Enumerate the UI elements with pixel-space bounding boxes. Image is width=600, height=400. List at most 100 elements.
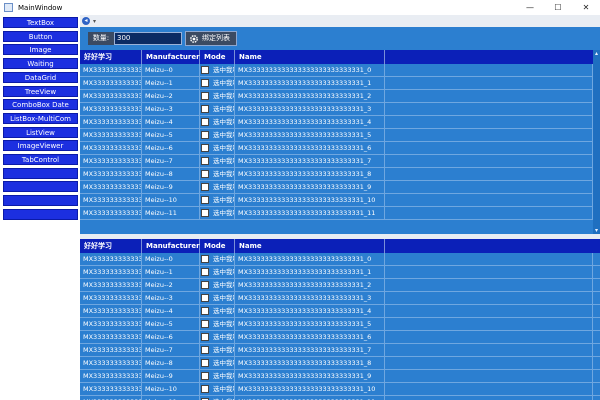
column-header[interactable]: Mode (200, 50, 235, 64)
sidebar-item[interactable] (3, 167, 78, 179)
scroll-down-icon[interactable]: ▾ (593, 227, 600, 234)
mode-checkbox[interactable] (201, 144, 209, 152)
table-row[interactable]: MX3333333333333333Meizu--1 选中我啊MX33333333… (80, 266, 600, 279)
data-grid-top[interactable]: 好好学习ManufacturerModeNameMX33333333333333… (80, 50, 600, 234)
bind-list-button[interactable]: 绑定列表 (185, 31, 237, 46)
cell-name: MX3333333333333333333333333331_9 (235, 370, 385, 383)
cell-col1: MX3333333333333333 (80, 266, 142, 279)
cell-filler (385, 142, 593, 155)
table-row[interactable]: MX3333333333333333Meizu--5 选中我啊MX33333333… (80, 318, 600, 331)
mode-checkbox[interactable] (201, 372, 209, 380)
cell-mode: 选中我啊 (210, 305, 235, 318)
cell-name: MX3333333333333333333333333331_8 (235, 168, 385, 181)
mode-checkbox[interactable] (201, 79, 209, 87)
cell-manufacturer: Meizu--7 (142, 344, 200, 357)
mode-checkbox[interactable] (201, 105, 209, 113)
mode-checkbox[interactable] (201, 255, 209, 263)
cell-col1: MX3333333333333333 (80, 207, 142, 220)
table-row[interactable]: MX3333333333333333Meizu--6 选中我啊MX33333333… (80, 142, 600, 155)
mode-checkbox[interactable] (201, 268, 209, 276)
table-row[interactable]: MX3333333333333333Meizu--0 选中我啊MX33333333… (80, 253, 600, 266)
mode-checkbox[interactable] (201, 66, 209, 74)
sidebar-item[interactable]: ImageViewer (3, 140, 78, 152)
table-row[interactable]: MX3333333333333333Meizu--9 选中我啊MX33333333… (80, 370, 600, 383)
sidebar-item[interactable]: TreeView (3, 85, 78, 97)
mode-checkbox[interactable] (201, 131, 209, 139)
sidebar-item[interactable]: TabControl (3, 154, 78, 165)
table-row[interactable]: MX3333333333333333Meizu--8 选中我啊MX33333333… (80, 168, 600, 181)
table-row[interactable]: MX3333333333333333Meizu--10 选中我啊MX3333333… (80, 383, 600, 396)
cell-col1: MX3333333333333333 (80, 103, 142, 116)
main-window: MainWindow — ☐ ✕ TextBox Button Image Waiti… (0, 0, 600, 400)
column-header[interactable]: Name (235, 50, 385, 64)
mode-checkbox[interactable] (201, 196, 209, 204)
mode-checkbox[interactable] (201, 333, 209, 341)
sidebar-item[interactable]: Waiting (3, 58, 78, 70)
table-row[interactable]: MX3333333333333333Meizu--9 选中我啊MX33333333… (80, 181, 600, 194)
sidebar-item[interactable]: DataGrid (3, 71, 78, 83)
table-row[interactable]: MX3333333333333333Meizu--3 选中我啊MX33333333… (80, 292, 600, 305)
sidebar-item[interactable]: ListBox-MultiCom (3, 112, 78, 124)
mode-checkbox[interactable] (201, 385, 209, 393)
sidebar-item[interactable]: ListView (3, 126, 78, 138)
chevron-down-icon[interactable]: ▾ (93, 18, 96, 25)
table-row[interactable]: MX3333333333333333Meizu--6 选中我啊MX33333333… (80, 331, 600, 344)
cell-mode: 选中我啊 (210, 318, 235, 331)
maximize-button[interactable]: ☐ (544, 0, 572, 15)
cell-name: MX3333333333333333333333333331_0 (235, 64, 385, 77)
column-header[interactable]: 好好学习 (80, 239, 142, 253)
table-row[interactable]: MX3333333333333333Meizu--7 选中我啊MX33333333… (80, 155, 600, 168)
table-row[interactable]: MX3333333333333333Meizu--1 选中我啊MX33333333… (80, 77, 600, 90)
table-row[interactable]: MX3333333333333333Meizu--4 选中我啊MX33333333… (80, 305, 600, 318)
mode-checkbox[interactable] (201, 157, 209, 165)
minimize-button[interactable]: — (516, 0, 544, 15)
sidebar-item[interactable]: ComboBox Date (3, 99, 78, 111)
column-header[interactable]: Mode (200, 239, 235, 253)
mode-checkbox[interactable] (201, 281, 209, 289)
close-button[interactable]: ✕ (572, 0, 600, 15)
table-row[interactable]: MX3333333333333333Meizu--11 选中我啊MX3333333… (80, 396, 600, 400)
data-grid-bottom[interactable]: 好好学习ManufacturerModeNameMX33333333333333… (80, 239, 600, 400)
sidebar-item[interactable]: TextBox (3, 17, 78, 28)
cell-name: MX3333333333333333333333333331_1 (235, 77, 385, 90)
table-row[interactable]: MX3333333333333333Meizu--4 选中我啊MX33333333… (80, 116, 600, 129)
column-header[interactable]: Manufacturer (142, 239, 200, 253)
table-row[interactable]: MX3333333333333333Meizu--8 选中我啊MX33333333… (80, 357, 600, 370)
table-row[interactable]: MX3333333333333333Meizu--5 选中我啊MX33333333… (80, 129, 600, 142)
mode-checkbox[interactable] (201, 307, 209, 315)
scroll-up-icon[interactable]: ▴ (593, 50, 600, 57)
count-input[interactable]: 300 (114, 32, 182, 45)
table-row[interactable]: MX3333333333333333Meizu--11 选中我啊MX3333333… (80, 207, 600, 220)
cell-col1: MX3333333333333333 (80, 396, 142, 400)
mode-checkbox[interactable] (201, 118, 209, 126)
sidebar-item[interactable] (3, 208, 78, 220)
mode-checkbox[interactable] (201, 183, 209, 191)
table-row[interactable]: MX3333333333333333Meizu--7 选中我啊MX33333333… (80, 344, 600, 357)
column-header[interactable]: 好好学习 (80, 50, 142, 64)
table-row[interactable]: MX3333333333333333Meizu--2 选中我啊MX33333333… (80, 279, 600, 292)
sidebar-item[interactable]: Button (3, 30, 78, 42)
mode-checkbox[interactable] (201, 170, 209, 178)
sidebar-item[interactable]: Image (3, 44, 78, 56)
cell-mode: 选中我啊 (210, 383, 235, 396)
sidebar: TextBox Button Image Waiting DataGrid TreeVie… (0, 15, 80, 400)
mode-checkbox[interactable] (201, 92, 209, 100)
column-header[interactable]: Name (235, 239, 385, 253)
table-row[interactable]: MX3333333333333333Meizu--2 选中我啊MX33333333… (80, 90, 600, 103)
cell-filler (385, 168, 593, 181)
cell-mode: 选中我啊 (210, 116, 235, 129)
sidebar-item[interactable] (3, 181, 78, 193)
mode-checkbox[interactable] (201, 294, 209, 302)
table-row[interactable]: MX3333333333333333Meizu--10 选中我啊MX3333333… (80, 194, 600, 207)
mode-checkbox[interactable] (201, 359, 209, 367)
column-header[interactable]: Manufacturer (142, 50, 200, 64)
mode-checkbox[interactable] (201, 346, 209, 354)
table-row[interactable]: MX3333333333333333Meizu--0 选中我啊MX33333333… (80, 64, 600, 77)
table-row[interactable]: MX3333333333333333Meizu--3 选中我啊MX33333333… (80, 103, 600, 116)
mode-checkbox[interactable] (201, 320, 209, 328)
cell-manufacturer: Meizu--8 (142, 357, 200, 370)
vertical-scrollbar[interactable]: ▴ ▾ (593, 50, 600, 234)
back-icon[interactable]: ◂ (82, 17, 90, 25)
mode-checkbox[interactable] (201, 209, 209, 217)
sidebar-item[interactable] (3, 195, 78, 207)
